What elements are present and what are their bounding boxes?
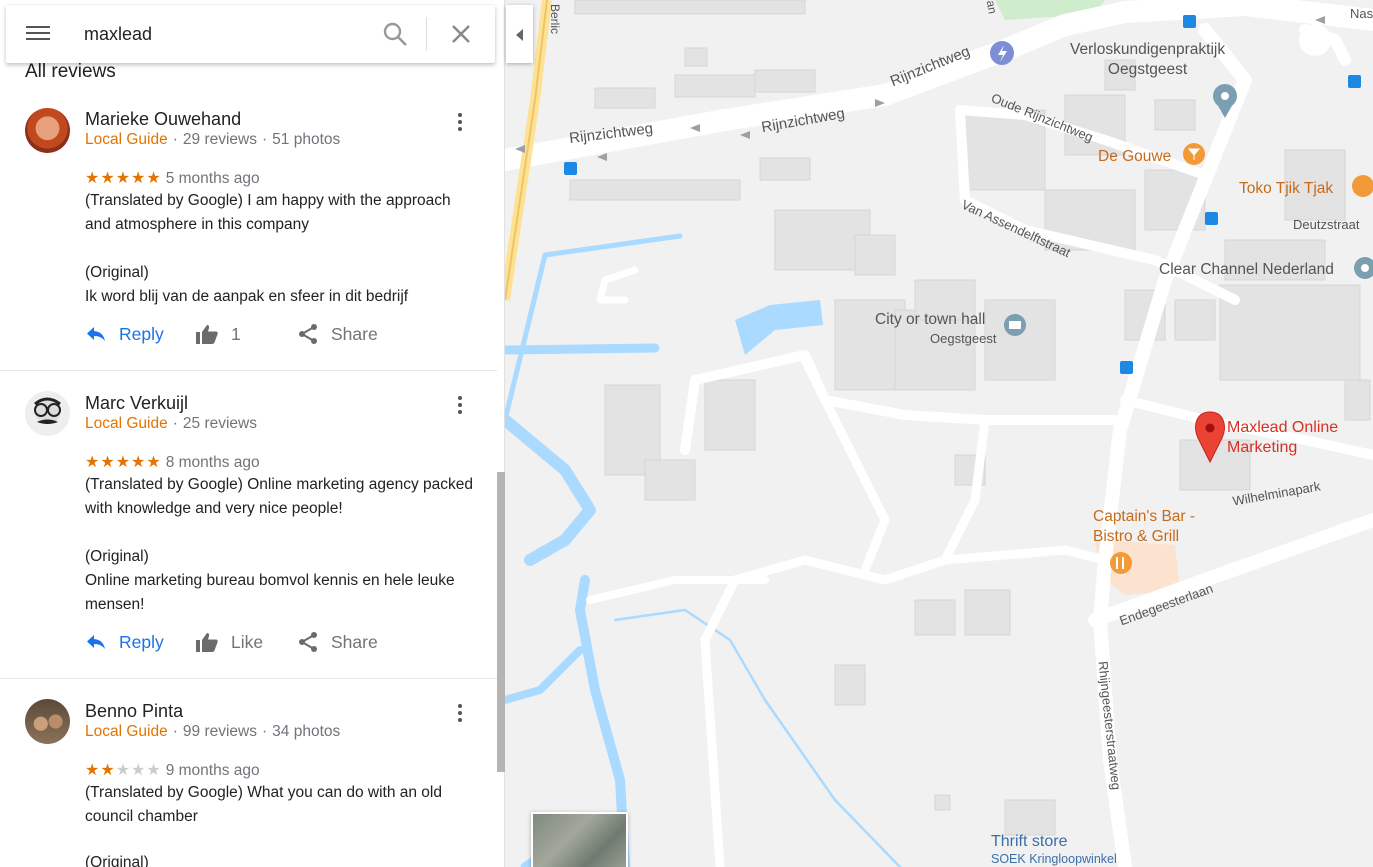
stars-filled: ★★★★★ [85, 170, 162, 187]
photo-count: 34 photos [272, 723, 341, 740]
meta-separator: · [172, 131, 178, 148]
reviewer-name[interactable]: Marieke Ouwehand [85, 109, 241, 130]
all-reviews-heading: All reviews [25, 61, 116, 82]
place-sublabel-city-hall: Oegstgeest [930, 331, 997, 346]
share-icon [299, 324, 317, 344]
share-button[interactable]: Share [297, 627, 378, 657]
side-panel: All reviews Marieke Ouwehand Local Guide… [0, 0, 505, 867]
thumbs-up-icon [196, 633, 218, 652]
original-label: (Original) [85, 548, 149, 565]
share-icon [299, 632, 317, 652]
stars-filled: ★★ [85, 762, 116, 779]
share-button[interactable]: Share [297, 319, 378, 349]
satellite-layer-toggle[interactable] [531, 812, 628, 867]
review-translated: (Translated by Google) What you can do w… [85, 784, 442, 825]
original-label: (Original) [85, 264, 149, 281]
reviewer-meta: Local Guide · 29 reviews · 51 photos [85, 131, 340, 149]
search-box [6, 5, 495, 63]
local-guide-badge: Local Guide [85, 723, 168, 740]
meta-separator: · [262, 131, 268, 148]
meta-separator: · [262, 723, 268, 740]
place-label-thrift-store[interactable]: Thrift store [991, 833, 1067, 851]
star-rating: ★★★★★ 9 months ago [85, 760, 260, 780]
original-label: (Original) [85, 854, 149, 867]
avatar[interactable] [25, 391, 70, 436]
street-label-nas: Nas [1350, 6, 1373, 21]
street-label-deutzstraat: Deutzstraat [1293, 217, 1360, 232]
chevron-left-icon [516, 29, 523, 41]
place-label-clear-channel[interactable]: Clear Channel Nederland [1159, 261, 1334, 279]
reviewer-meta: Local Guide · 25 reviews [85, 415, 257, 433]
divider [0, 678, 497, 679]
place-label-verloskundigenpraktijk[interactable]: Verloskundigenpraktijk Oegstgeest [1070, 40, 1225, 80]
place-label-de-gouwe[interactable]: De Gouwe [1098, 148, 1171, 166]
reply-icon [87, 327, 105, 341]
review-time: 5 months ago [165, 170, 260, 187]
place-sublabel-thrift-store: SOEK Kringloopwinkel [991, 852, 1117, 866]
menu-icon[interactable] [26, 24, 50, 44]
local-guide-badge: Local Guide [85, 131, 168, 148]
place-label-captains-bar[interactable]: Captain's Bar - Bistro & Grill [1093, 507, 1195, 547]
stars-filled: ★★★★★ [85, 454, 162, 471]
search-divider [426, 17, 427, 51]
review-actions: Reply 1 Share [85, 319, 485, 349]
review-translated: (Translated by Google) Online marketing … [85, 476, 473, 517]
reply-button[interactable]: Reply [85, 319, 164, 349]
scrollbar[interactable] [497, 472, 505, 772]
place-label-city-hall[interactable]: City or town hall [875, 311, 985, 329]
thumbs-up-icon [196, 325, 218, 344]
more-options-icon[interactable] [452, 702, 468, 726]
star-rating: ★★★★★ 5 months ago [85, 168, 260, 188]
like-button[interactable]: Like [195, 627, 263, 657]
place-label-toko-tjik-tjak[interactable]: Toko Tjik Tjak [1239, 180, 1333, 198]
review-count: 99 reviews [182, 723, 257, 740]
more-options-icon[interactable] [452, 394, 468, 418]
stars-empty: ★★★ [115, 762, 162, 779]
review-time: 9 months ago [165, 762, 260, 779]
like-button[interactable]: 1 [195, 319, 241, 349]
reviewer-meta: Local Guide · 99 reviews · 34 photos [85, 723, 340, 741]
close-icon[interactable] [448, 21, 474, 47]
review-original: Ik word blij van de aanpak en sfeer in d… [85, 288, 409, 305]
divider [0, 370, 497, 371]
street-label-an: an [983, 0, 1000, 15]
avatar[interactable] [25, 108, 70, 153]
review-count: 25 reviews [182, 415, 257, 432]
place-label-maxlead[interactable]: Maxlead Online Marketing [1227, 418, 1338, 458]
map-canvas[interactable]: Verloskundigenpraktijk Oegstgeest De Gou… [505, 0, 1373, 867]
review-translated: (Translated by Google) I am happy with t… [85, 192, 451, 233]
reviewer-name[interactable]: Marc Verkuijl [85, 393, 188, 414]
street-label-berlic: Berlic [548, 3, 563, 35]
review-actions: Reply Like Share [85, 627, 485, 657]
star-rating: ★★★★★ 8 months ago [85, 452, 260, 472]
review-count: 29 reviews [182, 131, 257, 148]
meta-separator: · [172, 723, 178, 740]
avatar[interactable] [25, 699, 70, 744]
photo-count: 51 photos [272, 131, 341, 148]
reply-icon [87, 635, 105, 649]
search-icon[interactable] [382, 21, 408, 47]
review-original: Online marketing bureau bomvol kennis en… [85, 572, 455, 613]
more-options-icon[interactable] [452, 111, 468, 135]
local-guide-badge: Local Guide [85, 415, 168, 432]
search-input[interactable] [84, 19, 364, 49]
collapse-panel-button[interactable] [506, 5, 533, 63]
reviewer-name[interactable]: Benno Pinta [85, 701, 183, 722]
meta-separator: · [172, 415, 178, 432]
review-time: 8 months ago [165, 454, 260, 471]
reply-button[interactable]: Reply [85, 627, 164, 657]
